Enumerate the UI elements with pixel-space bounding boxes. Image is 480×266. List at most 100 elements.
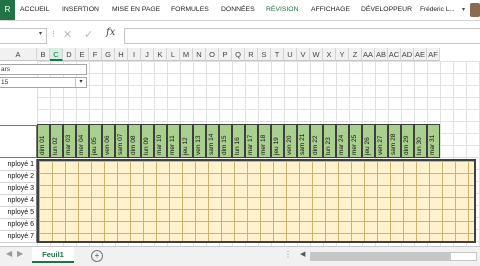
day-header[interactable]: lun 23 xyxy=(323,124,336,158)
year-dropdown[interactable]: 15 ▾ xyxy=(0,77,87,88)
insert-function-button[interactable]: fx xyxy=(106,27,115,38)
tab-formules[interactable]: FORMULES xyxy=(171,0,209,20)
tab-revision[interactable]: RÉVISION xyxy=(266,0,298,20)
day-header[interactable]: mer 25 xyxy=(349,124,362,158)
day-header[interactable]: mar 17 xyxy=(245,124,258,158)
column-header-l[interactable]: L xyxy=(167,48,180,61)
column-header-u[interactable]: U xyxy=(284,48,297,61)
column-header-af[interactable]: AF xyxy=(427,48,440,61)
add-sheet-icon[interactable]: + xyxy=(91,250,103,262)
column-header-d[interactable]: D xyxy=(63,48,76,61)
formula-input[interactable] xyxy=(124,28,480,44)
column-header-y[interactable]: Y xyxy=(336,48,349,61)
employee-label[interactable]: nployé 2 xyxy=(0,171,37,183)
tab-mise-en-page[interactable]: MISE EN PAGE xyxy=(112,0,160,20)
column-header-n[interactable]: N xyxy=(193,48,206,61)
column-header-j[interactable]: J xyxy=(141,48,154,61)
tab-developpeur[interactable]: DÉVELOPPEUR xyxy=(361,0,412,20)
horizontal-scrollbar[interactable]: ◀ xyxy=(300,250,480,261)
prev-sheet-icon[interactable]: ◀ xyxy=(6,249,12,258)
day-header[interactable]: jeu 05 xyxy=(89,124,102,158)
day-header[interactable]: ven 13 xyxy=(193,124,206,158)
avatar[interactable] xyxy=(470,3,480,17)
day-header[interactable]: jeu 19 xyxy=(271,124,284,158)
column-header-ae[interactable]: AE xyxy=(414,48,427,61)
tab-split-handle-icon[interactable]: ⋮ xyxy=(284,250,292,259)
chevron-down-icon[interactable]: ▾ xyxy=(75,78,86,87)
day-header[interactable]: lun 30 xyxy=(414,124,427,158)
drag-handle-icon[interactable]: ⋮ xyxy=(50,30,57,38)
scroll-thumb[interactable] xyxy=(311,253,451,260)
day-header[interactable]: ven 27 xyxy=(375,124,388,158)
day-header[interactable]: lun 09 xyxy=(141,124,154,158)
column-header-s[interactable]: S xyxy=(258,48,271,61)
tab-affichage[interactable]: AFFICHAGE xyxy=(311,0,350,20)
day-header[interactable]: mer 11 xyxy=(167,124,180,158)
day-header[interactable]: sam 07 xyxy=(115,124,128,158)
file-tab[interactable]: R xyxy=(0,0,15,20)
column-header-h[interactable]: H xyxy=(115,48,128,61)
day-header[interactable]: dim 29 xyxy=(401,124,414,158)
employee-label[interactable]: nployé 4 xyxy=(0,195,37,207)
column-header-c[interactable]: C xyxy=(50,48,63,61)
chevron-down-icon[interactable]: ▾ xyxy=(462,0,465,20)
employee-label[interactable]: nployé 5 xyxy=(0,207,37,219)
column-header-g[interactable]: G xyxy=(102,48,115,61)
schedule-cells[interactable] xyxy=(37,159,476,243)
chevron-down-icon[interactable]: ▾ xyxy=(39,30,42,37)
column-header-z[interactable]: Z xyxy=(349,48,362,61)
column-header-b[interactable]: B xyxy=(37,48,50,61)
cancel-icon[interactable]: ✕ xyxy=(63,28,72,42)
employee-label[interactable]: nployé 6 xyxy=(0,219,37,231)
day-header[interactable]: mar 10 xyxy=(154,124,167,158)
day-header[interactable]: jeu 26 xyxy=(362,124,375,158)
column-header-m[interactable]: M xyxy=(180,48,193,61)
day-header[interactable]: mar 31 xyxy=(427,124,440,158)
day-header[interactable]: dim 01 xyxy=(37,124,50,158)
day-header[interactable]: ven 06 xyxy=(102,124,115,158)
column-header-q[interactable]: Q xyxy=(232,48,245,61)
day-header[interactable]: sam 21 xyxy=(297,124,310,158)
day-header[interactable]: mar 03 xyxy=(63,124,76,158)
day-header[interactable]: dim 08 xyxy=(128,124,141,158)
column-header-w[interactable]: W xyxy=(310,48,323,61)
day-header[interactable]: sam 28 xyxy=(388,124,401,158)
user-name[interactable]: Fréderic L... xyxy=(420,0,455,20)
column-header-f[interactable]: F xyxy=(89,48,102,61)
tab-donnees[interactable]: DONNÉES xyxy=(221,0,255,20)
sheet-tab-feuil1[interactable]: Feuil1 xyxy=(32,247,74,263)
day-header[interactable]: sam 14 xyxy=(206,124,219,158)
day-header[interactable]: mar 24 xyxy=(336,124,349,158)
column-header-x[interactable]: X xyxy=(323,48,336,61)
day-header[interactable]: lun 16 xyxy=(232,124,245,158)
scroll-track[interactable] xyxy=(310,252,477,261)
day-header[interactable]: dim 15 xyxy=(219,124,232,158)
column-header-t[interactable]: T xyxy=(271,48,284,61)
employee-label[interactable]: nployé 3 xyxy=(0,183,37,195)
column-header-o[interactable]: O xyxy=(206,48,219,61)
column-header-v[interactable]: V xyxy=(297,48,310,61)
column-header-a[interactable]: A xyxy=(0,48,37,61)
next-sheet-icon[interactable]: ▶ xyxy=(17,249,23,258)
day-header[interactable]: mer 04 xyxy=(76,124,89,158)
employee-label[interactable]: nployé 7 xyxy=(0,231,37,243)
day-header[interactable]: lun 02 xyxy=(50,124,63,158)
employee-header-cell[interactable] xyxy=(0,125,37,158)
day-header[interactable]: dim 22 xyxy=(310,124,323,158)
column-header-e[interactable]: E xyxy=(76,48,89,61)
column-header-k[interactable]: K xyxy=(154,48,167,61)
tab-insertion[interactable]: INSERTION xyxy=(62,0,99,20)
month-dropdown[interactable]: ars xyxy=(0,64,87,75)
scroll-left-icon[interactable]: ◀ xyxy=(300,250,305,258)
name-box[interactable]: ▾ xyxy=(0,28,47,44)
column-header-aa[interactable]: AA xyxy=(362,48,375,61)
column-header-ab[interactable]: AB xyxy=(375,48,388,61)
column-header-r[interactable]: R xyxy=(245,48,258,61)
column-header-ad[interactable]: AD xyxy=(401,48,414,61)
column-header-ac[interactable]: AC xyxy=(388,48,401,61)
column-header-p[interactable]: P xyxy=(219,48,232,61)
day-header[interactable]: jeu 12 xyxy=(180,124,193,158)
tab-accueil[interactable]: ACCUEIL xyxy=(20,0,49,20)
day-header[interactable]: ven 20 xyxy=(284,124,297,158)
confirm-icon[interactable]: ✓ xyxy=(84,28,93,42)
